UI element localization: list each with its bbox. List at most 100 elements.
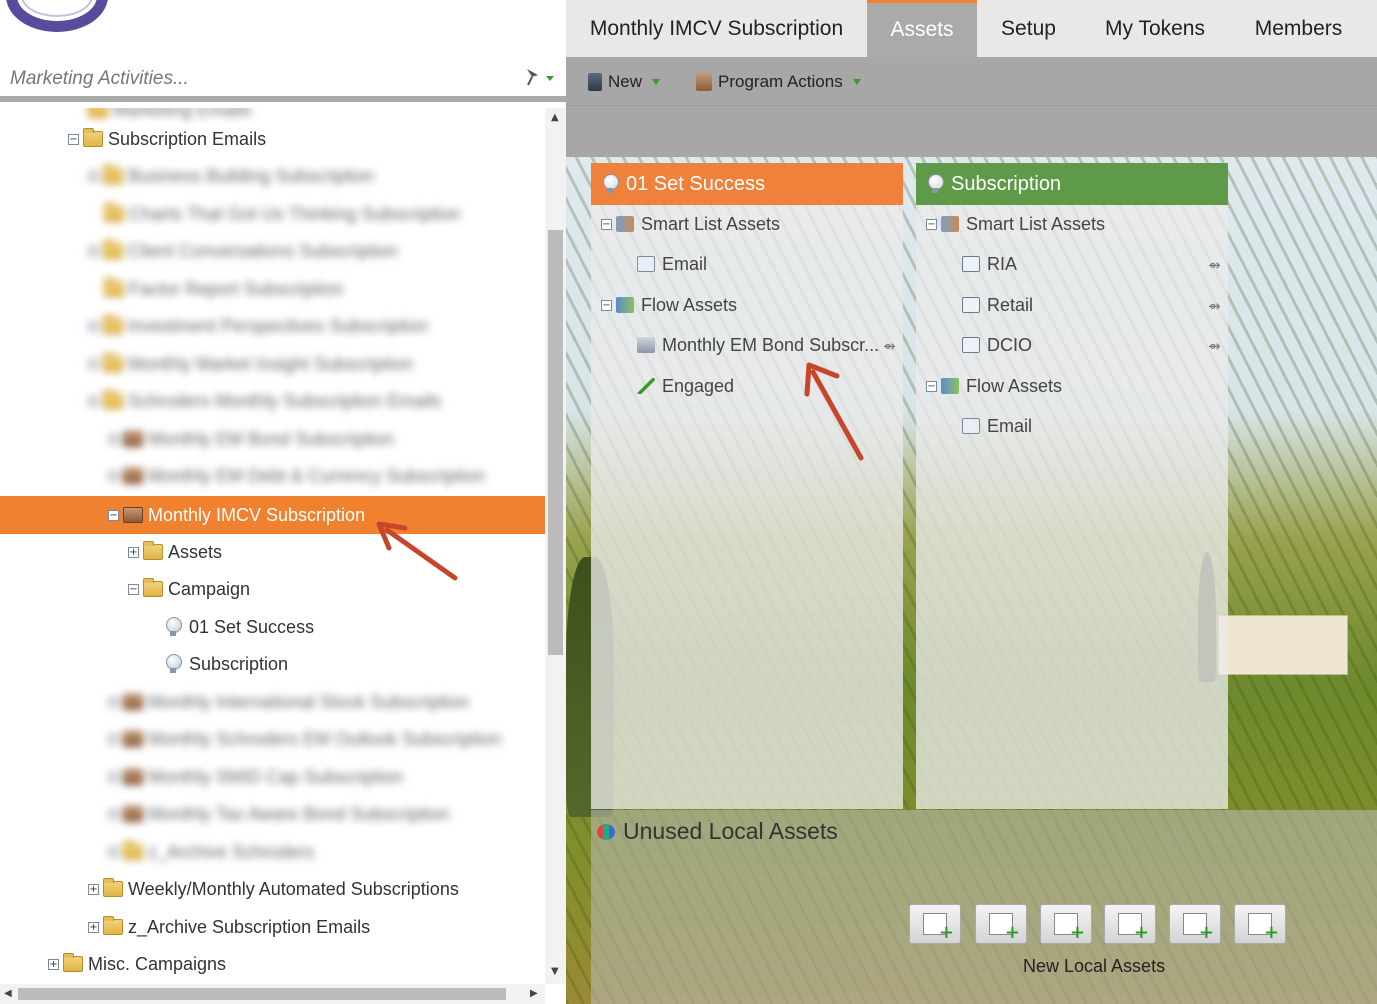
tree-item-blurred[interactable]: Factor Report Subscription (0, 271, 545, 307)
tab-members[interactable]: Members (1230, 0, 1367, 57)
expand-icon[interactable]: + (108, 808, 119, 820)
new-button[interactable]: New (588, 69, 661, 95)
new-local-list-button[interactable] (1040, 904, 1092, 944)
email-program-icon (637, 337, 655, 353)
expand-icon[interactable]: + (48, 958, 59, 970)
tree-item-z-archive-subscription-emails[interactable]: + z_Archive Subscription Emails (0, 909, 545, 945)
tree-item-misc-campaigns[interactable]: + Misc. Campaigns (0, 946, 545, 982)
expand-icon[interactable]: + (88, 921, 99, 933)
flow-assets-group[interactable]: − Flow Assets (926, 371, 1062, 401)
new-local-report-button[interactable] (1104, 904, 1156, 944)
collapse-icon[interactable]: − (108, 509, 119, 521)
link-icon[interactable]: ⇴ (883, 337, 896, 355)
scroll-thumb[interactable] (548, 230, 563, 655)
tab-assets[interactable]: Assets (867, 0, 977, 57)
tree-item-blurred[interactable]: + Schroders Monthly Subscription Emails (0, 383, 545, 419)
expand-icon[interactable]: + (88, 245, 99, 257)
flow-email-item[interactable]: Email (962, 411, 1032, 441)
scroll-left-icon[interactable]: ◀ (4, 988, 12, 999)
expand-icon[interactable]: + (88, 358, 99, 370)
expand-icon[interactable]: + (128, 546, 139, 558)
email-icon (637, 256, 655, 272)
tab-program-name[interactable]: Monthly IMCV Subscription (566, 0, 867, 57)
scroll-down-icon[interactable]: ▼ (551, 966, 559, 977)
flow-assets-group[interactable]: − Flow Assets (601, 290, 737, 320)
new-landing-page-icon (1183, 913, 1214, 943)
link-icon[interactable]: ⇴ (1208, 337, 1221, 355)
link-icon[interactable]: ⇴ (1208, 256, 1221, 274)
tree-item-subscription[interactable]: Subscription (0, 646, 545, 682)
new-local-image-button[interactable] (1234, 904, 1286, 944)
column-header-set-success[interactable]: 01 Set Success (591, 163, 903, 205)
scroll-thumb[interactable] (18, 988, 506, 1000)
new-local-email-button[interactable] (909, 904, 961, 944)
tree-item-label: Subscription Emails (108, 128, 267, 149)
expand-icon[interactable]: + (108, 771, 119, 783)
new-email-icon (923, 913, 954, 943)
expand-icon[interactable]: + (108, 433, 119, 445)
collapse-icon[interactable]: − (68, 133, 79, 145)
tree-item-blurred[interactable]: + Monthly Tax Aware Bond Subscription (0, 796, 545, 832)
collapse-icon[interactable]: − (601, 218, 612, 230)
tree-item-monthly-imcv-subscription[interactable]: − Monthly IMCV Subscription (0, 496, 545, 534)
new-local-form-button[interactable] (975, 904, 1027, 944)
link-icon[interactable]: ⇴ (1208, 297, 1221, 315)
tree-item-blurred[interactable]: + Business Building Subscription (0, 158, 545, 194)
tab-setup[interactable]: Setup (977, 0, 1080, 57)
tree-item-blurred[interactable]: + Monthly International Stock Subscriptio… (0, 684, 545, 720)
expand-icon[interactable]: + (108, 733, 119, 745)
scroll-up-icon[interactable]: ▲ (551, 112, 559, 123)
expand-icon[interactable]: + (88, 395, 99, 407)
tree-item-blurred[interactable]: + Client Conversations Subscription (0, 233, 545, 269)
column-header-subscription[interactable]: Subscription (916, 163, 1228, 205)
new-report-icon (1118, 913, 1149, 943)
tree-item-campaign[interactable]: − Campaign (0, 571, 545, 607)
tree-item-label: z_Archive Schroders (148, 841, 315, 862)
search-input[interactable] (10, 66, 490, 92)
list-item-ria[interactable]: RIA (962, 249, 1017, 279)
new-icon (588, 73, 602, 91)
collapse-icon[interactable]: − (926, 380, 937, 392)
list-item-dcio[interactable]: DCIO (962, 330, 1032, 360)
tree-item-blurred[interactable]: + z_Archive Schroders (0, 834, 545, 870)
program-icon (123, 806, 143, 822)
expand-icon[interactable]: + (88, 320, 99, 332)
collapse-icon[interactable]: − (601, 299, 612, 311)
tree-item-blurred[interactable]: + Monthly SMID Cap Subscription (0, 759, 545, 795)
tree-horizontal-scrollbar[interactable]: ◀ ▶ (0, 984, 545, 1004)
collapse-icon[interactable]: − (128, 583, 139, 595)
expand-icon[interactable]: + (88, 170, 99, 182)
search-filter-icon (527, 69, 554, 86)
campaign-column-set-success: 01 Set Success − Smart List Assets Email… (591, 163, 903, 809)
expand-icon[interactable]: + (108, 470, 119, 482)
tree-view: Marketing Emails − Subscription Emails + B… (0, 108, 545, 984)
engaged-item[interactable]: Engaged (637, 371, 734, 401)
expand-icon[interactable]: + (108, 696, 119, 708)
smart-list-email-item[interactable]: Email (637, 249, 707, 279)
expand-icon[interactable]: + (108, 846, 119, 858)
search-filter-button[interactable] (524, 66, 560, 88)
expand-icon[interactable]: + (88, 883, 99, 895)
program-actions-button[interactable]: Program Actions (696, 69, 861, 95)
new-local-landing-page-button[interactable] (1169, 904, 1221, 944)
tree-item-01-set-success[interactable]: 01 Set Success (0, 609, 545, 645)
tree-item-subscription-emails[interactable]: − Subscription Emails (0, 121, 545, 157)
tree-item-blurred[interactable]: + Monthly EM Debt & Currency Subscription (0, 458, 545, 494)
scroll-right-icon[interactable]: ▶ (530, 988, 538, 999)
smart-list-assets-group[interactable]: − Smart List Assets (926, 209, 1105, 239)
collapse-icon[interactable]: − (926, 218, 937, 230)
tree-item-blurred[interactable]: Charts That Got Us Thinking Subscription (0, 196, 545, 232)
tree-item-blurred[interactable]: + Monthly Market Insight Subscription (0, 346, 545, 382)
tab-my-tokens[interactable]: My Tokens (1080, 0, 1230, 57)
tree-item-blurred[interactable]: + Monthly Schroders EM Outlook Subscripti… (0, 721, 545, 757)
tree-item-assets[interactable]: + Assets (0, 534, 545, 570)
tree-item-blurred[interactable]: + Investment Perspectives Subscription (0, 308, 545, 344)
flow-email-item[interactable]: Monthly EM Bond Subscr... (637, 330, 879, 360)
tree-item-weekly-monthly-automated[interactable]: + Weekly/Monthly Automated Subscriptions (0, 871, 545, 907)
tree-item-blurred[interactable]: + Monthly EM Bond Subscription (0, 421, 545, 457)
smart-list-assets-group[interactable]: − Smart List Assets (601, 209, 780, 239)
email-icon (962, 418, 980, 434)
tree-vertical-scrollbar[interactable]: ▲ ▼ (545, 108, 566, 984)
list-item-retail[interactable]: Retail (962, 290, 1033, 320)
tree-item-label: Subscription (189, 653, 289, 674)
